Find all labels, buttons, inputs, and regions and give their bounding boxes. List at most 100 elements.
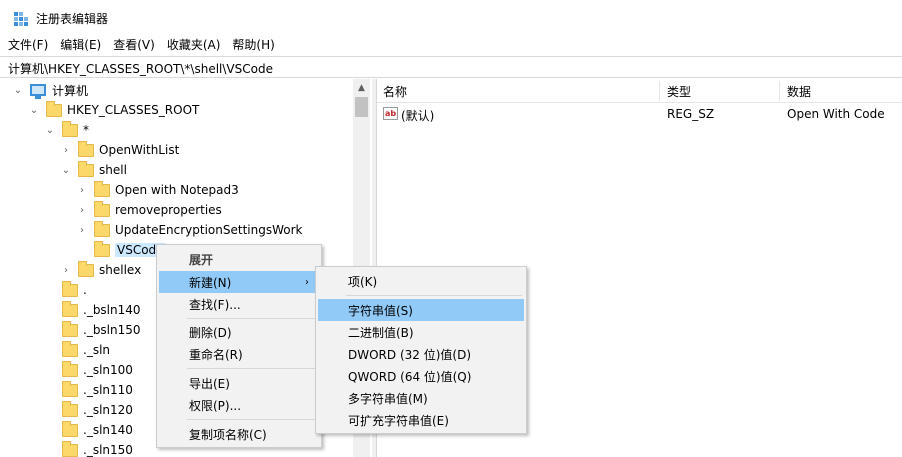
menu-file[interactable]: 文件(F) xyxy=(0,36,54,56)
menu-item-label: 多字符串值(M) xyxy=(348,391,428,406)
submenu-item-qword-value[interactable]: QWORD (64 位)值(Q) xyxy=(318,365,524,387)
chevron-right-icon[interactable]: › xyxy=(76,224,88,236)
menu-item-label: 项(K) xyxy=(348,274,378,289)
chevron-down-icon[interactable]: ⌄ xyxy=(28,104,40,116)
tree-item-label: ._sln150 xyxy=(83,443,133,457)
submenu-item-expandable-string-value[interactable]: 可扩充字符串值(E) xyxy=(318,409,524,431)
tree-item-label: . xyxy=(83,283,87,297)
submenu-item-binary-value[interactable]: 二进制值(B) xyxy=(318,321,524,343)
menu-item-label: 删除(D) xyxy=(189,325,232,340)
tree-item-openwithlist[interactable]: › OpenWithList xyxy=(60,140,179,160)
tree-item-notepad3[interactable]: › Open with Notepad3 xyxy=(76,180,239,200)
menu-item-label: 权限(P)... xyxy=(189,398,242,413)
menu-item-label: 重命名(R) xyxy=(189,347,243,362)
tree-item-sln100[interactable]: ._sln100 xyxy=(44,360,133,380)
tree-item-dot[interactable]: . xyxy=(44,280,87,300)
folder-icon xyxy=(62,440,78,457)
string-value-icon: ab xyxy=(383,107,398,120)
menu-item-delete[interactable]: 删除(D) xyxy=(159,321,319,343)
column-header-data[interactable]: 数据 xyxy=(787,83,811,100)
folder-icon xyxy=(62,360,78,377)
menu-divider xyxy=(346,295,522,296)
menu-view[interactable]: 查看(V) xyxy=(107,36,161,56)
chevron-right-icon[interactable]: › xyxy=(60,144,72,156)
tree-item-sln120[interactable]: ._sln120 xyxy=(44,400,133,420)
column-divider[interactable] xyxy=(659,81,660,101)
tree-item-sln150[interactable]: ._sln150 xyxy=(44,440,133,457)
tree-item-bsln150[interactable]: ._bsln150 xyxy=(44,320,141,340)
tree-item-label: ._sln100 xyxy=(83,363,133,377)
folder-icon xyxy=(62,340,78,357)
folder-icon xyxy=(62,300,78,317)
tree-item-sln[interactable]: ._sln xyxy=(44,340,110,360)
chevron-down-icon[interactable]: ⌄ xyxy=(60,164,72,176)
menu-divider xyxy=(187,419,317,420)
submenu-item-string-value[interactable]: 字符串值(S) xyxy=(318,299,524,321)
menu-help[interactable]: 帮助(H) xyxy=(226,36,280,56)
menu-edit[interactable]: 编辑(E) xyxy=(54,36,107,56)
folder-icon xyxy=(78,160,94,177)
address-bar[interactable]: 计算机\HKEY_CLASSES_ROOT\*\shell\VSCode xyxy=(0,56,902,78)
menu-item-find[interactable]: 查找(F)... xyxy=(159,293,319,315)
tree-item-shellex[interactable]: › shellex xyxy=(60,260,141,280)
registry-icon xyxy=(14,12,28,26)
chevron-right-icon[interactable]: › xyxy=(76,204,88,216)
address-path: 计算机\HKEY_CLASSES_ROOT\*\shell\VSCode xyxy=(8,62,273,76)
scrollbar-thumb[interactable] xyxy=(355,97,368,117)
tree-item-label: ._bsln140 xyxy=(83,303,141,317)
tree-item-hkcr[interactable]: ⌄ HKEY_CLASSES_ROOT xyxy=(28,100,199,120)
tree-item-sln110[interactable]: ._sln110 xyxy=(44,380,133,400)
submenu-item-multi-string-value[interactable]: 多字符串值(M) xyxy=(318,387,524,409)
menu-item-rename[interactable]: 重命名(R) xyxy=(159,343,319,365)
tree-item-star[interactable]: ⌄ * xyxy=(44,120,89,140)
folder-icon xyxy=(62,400,78,417)
tree-item-label: ._sln140 xyxy=(83,423,133,437)
column-header-type[interactable]: 类型 xyxy=(667,83,691,100)
tree-item-label: ._sln110 xyxy=(83,383,133,397)
menu-item-export[interactable]: 导出(E) xyxy=(159,372,319,394)
tree-item-vscode[interactable]: VSCode xyxy=(76,240,166,260)
menu-item-label: QWORD (64 位)值(Q) xyxy=(348,369,472,384)
tree-item-updateencryption[interactable]: › UpdateEncryptionSettingsWork xyxy=(76,220,303,240)
list-item[interactable]: ab (默认) REG_SZ Open With Code xyxy=(377,105,902,125)
tree-item-computer[interactable]: ⌄ 计算机 xyxy=(12,80,88,100)
tree-item-label: Open with Notepad3 xyxy=(115,183,239,197)
column-divider[interactable] xyxy=(779,81,780,101)
tree-item-bsln140[interactable]: ._bsln140 xyxy=(44,300,141,320)
tree-item-removeproperties[interactable]: › removeproperties xyxy=(76,200,222,220)
submenu-item-key[interactable]: 项(K) xyxy=(318,270,524,292)
window-title: 注册表编辑器 xyxy=(36,12,109,26)
column-header-name[interactable]: 名称 xyxy=(383,83,407,100)
tree-item-shell[interactable]: ⌄ shell xyxy=(60,160,127,180)
menu-item-new[interactable]: 新建(N) › xyxy=(159,271,319,293)
menu-item-permissions[interactable]: 权限(P)... xyxy=(159,394,319,416)
tree-item-label: ._bsln150 xyxy=(83,323,141,337)
menu-item-copy-key-name[interactable]: 复制项名称(C) xyxy=(159,423,319,445)
tree-item-sln140[interactable]: ._sln140 xyxy=(44,420,133,440)
tree-item-label: OpenWithList xyxy=(99,143,180,157)
folder-icon xyxy=(94,180,110,197)
menu-item-expand[interactable]: 展开 xyxy=(159,248,319,270)
folder-icon xyxy=(62,120,78,137)
folder-icon xyxy=(94,220,110,237)
menu-item-label: 复制项名称(C) xyxy=(189,427,267,442)
chevron-down-icon[interactable]: ⌄ xyxy=(44,124,56,136)
chevron-right-icon[interactable]: › xyxy=(76,184,88,196)
tree-item-label: removeproperties xyxy=(115,203,222,217)
menu-item-label: 查找(F)... xyxy=(189,297,241,312)
scroll-up-arrow-icon[interactable]: ▲ xyxy=(353,79,370,96)
folder-icon xyxy=(62,320,78,337)
menu-favorites[interactable]: 收藏夹(A) xyxy=(161,36,227,56)
chevron-down-icon[interactable]: ⌄ xyxy=(12,84,24,96)
tree-item-label: shell xyxy=(99,163,127,177)
menu-divider xyxy=(187,318,317,319)
chevron-right-icon[interactable]: › xyxy=(60,264,72,276)
tree-item-label: ._sln120 xyxy=(83,403,133,417)
menu-item-label: 导出(E) xyxy=(189,376,230,391)
tree-item-label: HKEY_CLASSES_ROOT xyxy=(67,103,200,117)
list-header: 名称 类型 数据 xyxy=(377,79,902,103)
submenu-item-dword-value[interactable]: DWORD (32 位)值(D) xyxy=(318,343,524,365)
